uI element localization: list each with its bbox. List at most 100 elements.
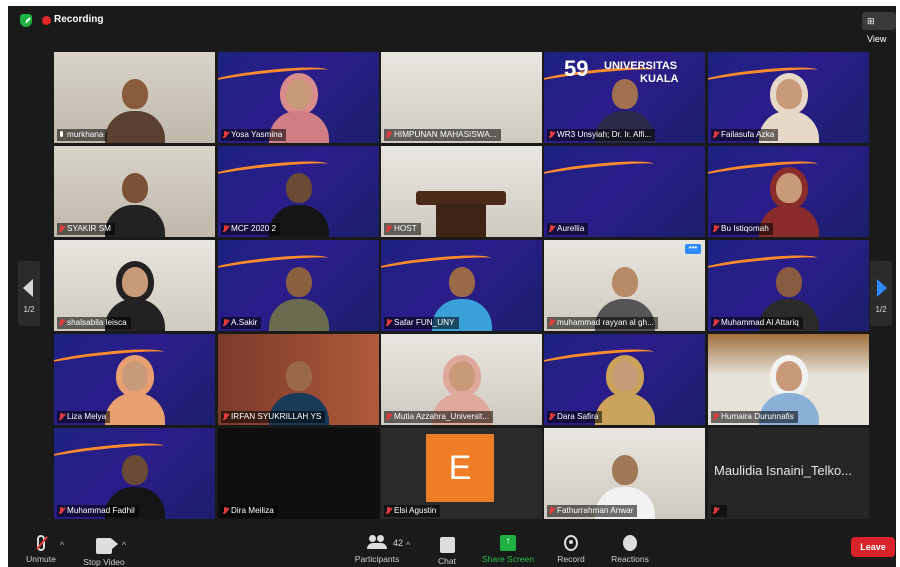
mic-muted-icon — [549, 319, 554, 327]
mic-muted-icon — [386, 131, 391, 139]
mic-muted-icon — [59, 507, 64, 515]
participant-name-label: HIMPUNAN MAHASISWA... — [384, 129, 501, 141]
leave-button[interactable]: Leave — [851, 537, 895, 557]
video-tile[interactable]: Failasufa Azka — [708, 52, 869, 143]
video-tile[interactable]: Yosa Yasmina — [218, 52, 379, 143]
video-tile[interactable]: Aurellia — [544, 146, 705, 237]
participant-name-label: Dira Meiliza — [221, 505, 278, 517]
recording-label: Recording — [54, 14, 104, 25]
page-indicator-right: 1/2 — [875, 305, 887, 314]
avatar: E — [426, 434, 494, 502]
participant-name-label: Liza Melya — [57, 411, 111, 423]
stop-video-button[interactable]: Stop Video — [80, 535, 128, 567]
mic-muted-icon — [223, 319, 228, 327]
share-screen-button[interactable]: ↑ Share Screen — [480, 535, 536, 564]
participant-name-label: muhammad rayyan al gh... — [547, 317, 658, 329]
mic-muted-icon — [59, 413, 64, 421]
participant-name-label: A.Sakir — [221, 317, 262, 329]
more-options-button[interactable]: ••• — [685, 244, 701, 254]
camera-icon — [96, 538, 118, 554]
participant-name-label: IRFAN SYUKRILLAH YS — [221, 411, 326, 423]
video-tile[interactable]: Fathurrahman Anwar — [544, 428, 705, 519]
chat-button[interactable]: Chat — [432, 535, 462, 566]
recording-dot-icon — [42, 16, 51, 25]
video-tile[interactable]: HOST — [381, 146, 542, 237]
video-tile[interactable]: Liza Melya — [54, 334, 215, 425]
video-tile[interactable]: shalsabila leisca — [54, 240, 215, 331]
video-tile[interactable]: HIMPUNAN MAHASISWA... — [381, 52, 542, 143]
participant-name-label: Fathurrahman Anwar — [547, 505, 638, 517]
video-tile[interactable]: Muhammad Fadhil — [54, 428, 215, 519]
top-bar: Recording ⊞ View — [8, 6, 896, 44]
mic-muted-icon — [549, 507, 554, 515]
share-screen-label: Share Screen — [482, 554, 534, 564]
participants-count: 42 — [393, 538, 404, 548]
participants-icon — [367, 535, 387, 551]
view-label: View — [867, 34, 887, 44]
mic-muted-icon — [549, 131, 554, 139]
mic-muted-icon — [223, 131, 228, 139]
video-feed: Maulidia Isnaini_Telko... — [708, 428, 869, 519]
participant-name-label: Yosa Yasmina — [221, 129, 287, 141]
shield-icon[interactable] — [20, 14, 32, 27]
video-tile[interactable]: MCF 2020 2 — [218, 146, 379, 237]
banner-year: 59 — [564, 56, 589, 81]
record-button[interactable]: Record — [553, 535, 589, 564]
mic-muted-icon — [713, 413, 718, 421]
participant-name-label: Elsi Agustin — [384, 505, 441, 517]
next-page-button[interactable]: 1/2 — [870, 261, 892, 326]
mic-muted-icon — [59, 225, 64, 233]
reactions-button[interactable]: Reactions — [608, 535, 652, 564]
view-button[interactable]: ⊞ View — [862, 12, 896, 44]
participants-label: Participants — [354, 554, 400, 564]
video-tile[interactable]: A.Sakir — [218, 240, 379, 331]
unmute-button[interactable]: Unmute — [22, 535, 60, 564]
participant-figure — [594, 355, 655, 425]
video-tile[interactable]: SYAKIR SM — [54, 146, 215, 237]
participant-name-label: SYAKIR SM — [57, 223, 115, 235]
video-tile[interactable]: Dira Meiliza — [218, 428, 379, 519]
prev-page-button[interactable]: 1/2 — [18, 261, 40, 326]
mic-muted-icon — [223, 225, 228, 233]
participant-name-label: Mutia Azzahra_Universit... — [384, 411, 494, 423]
participant-name-label: MCF 2020 2 — [221, 223, 281, 235]
unmute-label: Unmute — [26, 554, 56, 564]
video-tile[interactable]: ••• muhammad rayyan al gh... — [544, 240, 705, 331]
video-tile[interactable]: Maulidia Isnaini_Telko... — [708, 428, 869, 519]
participant-name-label: murkhana — [57, 129, 108, 141]
page-indicator-left: 1/2 — [23, 305, 35, 314]
video-tile[interactable]: Humaira Durunnafis — [708, 334, 869, 425]
video-tile[interactable]: murkhana — [54, 52, 215, 143]
participant-figure — [268, 261, 329, 331]
chat-label: Chat — [438, 556, 456, 566]
chevron-up-icon[interactable]: ^ — [60, 540, 64, 550]
chevron-up-icon[interactable]: ^ — [122, 540, 126, 550]
participant-name-label: Muhammad Fadhil — [57, 505, 139, 517]
chevron-right-icon — [877, 279, 887, 297]
video-tile[interactable]: E Elsi Agustin — [381, 428, 542, 519]
mic-icon — [59, 131, 65, 139]
participant-name-label — [711, 505, 727, 517]
participant-name-label: Failasufa Azka — [711, 129, 779, 141]
participant-name-label: Bu Istiqomah — [711, 223, 773, 235]
mic-muted-icon — [59, 319, 64, 327]
participant-name-placeholder: Maulidia Isnaini_Telko... — [714, 463, 853, 478]
meeting-toolbar: Unmute ^ Stop Video ^ Participants 42 ^ … — [8, 533, 896, 567]
zoom-app: Recording ⊞ View 1/2 1/2 murkhana Yosa Y… — [0, 0, 900, 567]
mic-muted-icon — [223, 507, 228, 515]
participant-name-label: Aurellia — [547, 223, 589, 235]
video-tile[interactable]: IRFAN SYUKRILLAH YS — [218, 334, 379, 425]
chevron-up-icon[interactable]: ^ — [406, 540, 410, 550]
video-tile[interactable]: Mutia Azzahra_Universit... — [381, 334, 542, 425]
mic-muted-icon — [713, 319, 718, 327]
video-tile[interactable]: 59 UNIVERSITAS KUALA WR3 Unsyiah; Dr. Ir… — [544, 52, 705, 143]
video-tile[interactable]: Bu Istiqomah — [708, 146, 869, 237]
smiley-icon — [623, 535, 637, 551]
video-tile[interactable]: Dara Safira — [544, 334, 705, 425]
chevron-left-icon — [23, 279, 33, 297]
video-tile[interactable]: Muhammad Al Attariq — [708, 240, 869, 331]
video-tile[interactable]: Safar FUN_UNY — [381, 240, 542, 331]
participant-name-label: Humaira Durunnafis — [711, 411, 798, 423]
participant-name-label: Safar FUN_UNY — [384, 317, 459, 329]
meeting-window: Recording ⊞ View 1/2 1/2 murkhana Yosa Y… — [8, 6, 896, 567]
